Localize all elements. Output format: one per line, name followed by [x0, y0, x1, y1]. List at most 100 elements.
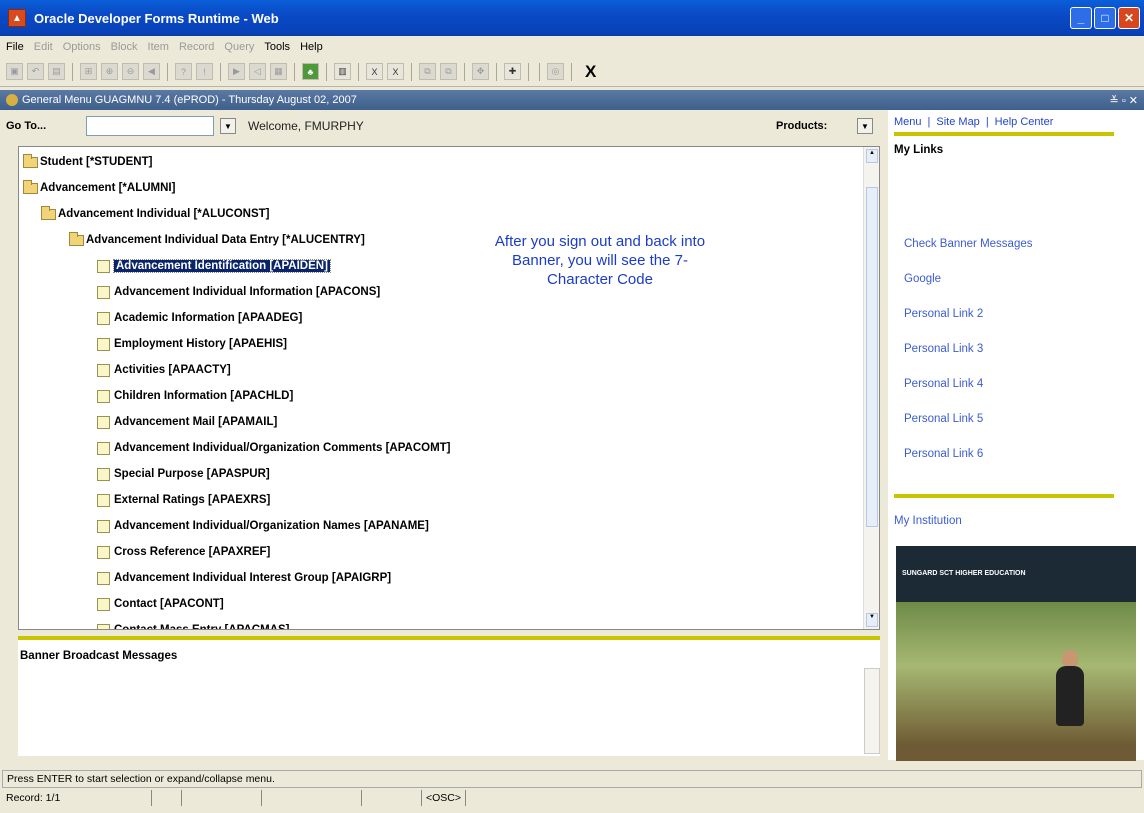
- form-document-icon: [97, 519, 110, 533]
- toolbar-separator: [294, 62, 295, 81]
- link-personal-2[interactable]: Personal Link 2: [904, 308, 983, 320]
- tree-node[interactable]: Advancement [*ALUMNI]: [23, 179, 175, 197]
- link-personal-6[interactable]: Personal Link 6: [904, 448, 983, 460]
- tree-icon[interactable]: ♣: [302, 63, 319, 80]
- record-bar: Record: 1/1 <OSC>: [2, 789, 1142, 807]
- tree-node[interactable]: Advancement Individual Interest Group [A…: [97, 569, 391, 587]
- select-icon[interactable]: ⊞: [80, 63, 97, 80]
- tree-node[interactable]: Advancement Individual [*ALUCONST]: [41, 205, 270, 223]
- tree-node[interactable]: Advancement Identification [APAIDEN]: [97, 257, 331, 275]
- delete-record-icon[interactable]: ⊖: [122, 63, 139, 80]
- tree-node[interactable]: External Ratings [APAEXRS]: [97, 491, 270, 509]
- maximize-button[interactable]: □: [1094, 7, 1116, 29]
- rollback-icon[interactable]: ↶: [27, 63, 44, 80]
- folder-icon: [23, 153, 38, 168]
- scroll-thumb[interactable]: [866, 187, 878, 527]
- window-title: Oracle Developer Forms Runtime - Web: [34, 10, 279, 26]
- tree-node[interactable]: Advancement Individual Data Entry [*ALUC…: [69, 231, 365, 249]
- menu-edit[interactable]: Edit: [34, 41, 53, 53]
- tree-node[interactable]: Special Purpose [APASPUR]: [97, 465, 270, 483]
- tree-node-label: Advancement Individual/Organization Comm…: [114, 442, 451, 454]
- toolbar-separator: [220, 62, 221, 81]
- toolbar-separator: [571, 62, 572, 81]
- menu-options[interactable]: Options: [63, 41, 101, 53]
- form-document-icon: [97, 389, 110, 403]
- scroll-down-icon[interactable]: ▼: [866, 613, 878, 627]
- link-google[interactable]: Google: [904, 273, 941, 285]
- link-personal-4[interactable]: Personal Link 4: [904, 378, 983, 390]
- link-separator: |: [985, 116, 989, 128]
- options-icon[interactable]: ✚: [504, 63, 521, 80]
- tree-node-label: Advancement Identification [APAIDEN]: [113, 259, 331, 273]
- menu-link[interactable]: Menu: [894, 116, 922, 128]
- tree-scrollbar[interactable]: ▲ ▼: [863, 147, 879, 629]
- tree-node[interactable]: Activities [APAACTY]: [97, 361, 231, 379]
- tree-node[interactable]: Employment History [APAEHIS]: [97, 335, 287, 353]
- tree-node-label: Children Information [APACHLD]: [114, 390, 294, 402]
- right-panel: Menu | Site Map | Help Center My Links C…: [888, 110, 1144, 761]
- form-title: General Menu GUAGMNU 7.4 (ePROD) - Thurs…: [22, 94, 357, 106]
- block-icon[interactable]: ▦: [270, 63, 287, 80]
- menu-query[interactable]: Query: [224, 41, 254, 53]
- menu-tools[interactable]: Tools: [264, 41, 290, 53]
- link-check-banner-messages[interactable]: Check Banner Messages: [904, 238, 1032, 250]
- form-window-controls-icon[interactable]: ≚ ▫ ✕: [1110, 94, 1138, 107]
- excel-icon[interactable]: X: [366, 63, 383, 80]
- welcome-text: Welcome, FMURPHY: [248, 119, 364, 133]
- tree-node-label: External Ratings [APAEXRS]: [114, 494, 271, 506]
- execute-query-icon[interactable]: !: [196, 63, 213, 80]
- menu-help[interactable]: Help: [300, 41, 323, 53]
- tree-node[interactable]: Contact Mass Entry [APACMAS]: [97, 621, 290, 629]
- document-icon[interactable]: ▥: [334, 63, 351, 80]
- menu-block[interactable]: Block: [111, 41, 138, 53]
- menu-item[interactable]: Item: [148, 41, 169, 53]
- previous-record-icon[interactable]: ◁: [249, 63, 266, 80]
- excel-export-icon[interactable]: X: [387, 63, 404, 80]
- tree-node-label: Activities [APAACTY]: [114, 364, 231, 376]
- close-button[interactable]: ✕: [1118, 7, 1140, 29]
- scroll-up-icon[interactable]: ▲: [866, 149, 878, 163]
- paste-icon[interactable]: ⧉: [440, 63, 457, 80]
- broadcast-scrollbar[interactable]: [864, 668, 880, 754]
- tree-node[interactable]: Advancement Individual/Organization Name…: [97, 517, 429, 535]
- exit-icon[interactable]: X: [585, 62, 596, 82]
- site-map-link[interactable]: Site Map: [936, 116, 979, 128]
- tree-node[interactable]: Advancement Individual/Organization Comm…: [97, 439, 451, 457]
- help-center-link[interactable]: Help Center: [995, 116, 1054, 128]
- insert-record-icon[interactable]: ⊕: [101, 63, 118, 80]
- tree-node[interactable]: Advancement Mail [APAMAIL]: [97, 413, 277, 431]
- copy-icon[interactable]: ⧉: [419, 63, 436, 80]
- broadcast-panel: Banner Broadcast Messages: [18, 636, 880, 756]
- products-dropdown-button[interactable]: ▼: [857, 118, 873, 134]
- goto-input[interactable]: [86, 116, 214, 136]
- navigate-icon[interactable]: ✥: [472, 63, 489, 80]
- menu-record[interactable]: Record: [179, 41, 214, 53]
- tree-node[interactable]: Contact [APACONT]: [97, 595, 224, 613]
- divider: [894, 132, 1114, 136]
- tree-node[interactable]: Academic Information [APAADEG]: [97, 309, 302, 327]
- my-institution-link[interactable]: My Institution: [894, 515, 962, 527]
- link-personal-3[interactable]: Personal Link 3: [904, 343, 983, 355]
- help-icon[interactable]: ◎: [547, 63, 564, 80]
- goto-dropdown-button[interactable]: ▼: [220, 118, 236, 134]
- previous-block-icon[interactable]: ◀: [143, 63, 160, 80]
- record-field: [262, 790, 362, 806]
- enter-query-icon[interactable]: ?: [175, 63, 192, 80]
- form-document-icon: [97, 623, 110, 629]
- menu-file[interactable]: File: [6, 41, 24, 53]
- tree-node[interactable]: Cross Reference [APAXREF]: [97, 543, 270, 561]
- tree-node-label: Contact [APACONT]: [114, 598, 224, 610]
- tree-node[interactable]: Student [*STUDENT]: [23, 153, 152, 171]
- tree-node[interactable]: Children Information [APACHLD]: [97, 387, 293, 405]
- save-icon[interactable]: ▣: [6, 63, 23, 80]
- tree-node[interactable]: Advancement Individual Information [APAC…: [97, 283, 380, 301]
- next-record-icon[interactable]: ▶: [228, 63, 245, 80]
- goto-label: Go To...: [6, 120, 47, 132]
- menu-tree: ▲ ▼ Student [*STUDENT] Advancement [*ALUM…: [18, 146, 880, 630]
- form-document-icon: [97, 259, 110, 273]
- form-document-icon: [97, 597, 110, 611]
- print-icon[interactable]: ▤: [48, 63, 65, 80]
- minimize-button[interactable]: _: [1070, 7, 1092, 29]
- tree-node-label: Advancement Individual Interest Group [A…: [114, 572, 392, 584]
- link-personal-5[interactable]: Personal Link 5: [904, 413, 983, 425]
